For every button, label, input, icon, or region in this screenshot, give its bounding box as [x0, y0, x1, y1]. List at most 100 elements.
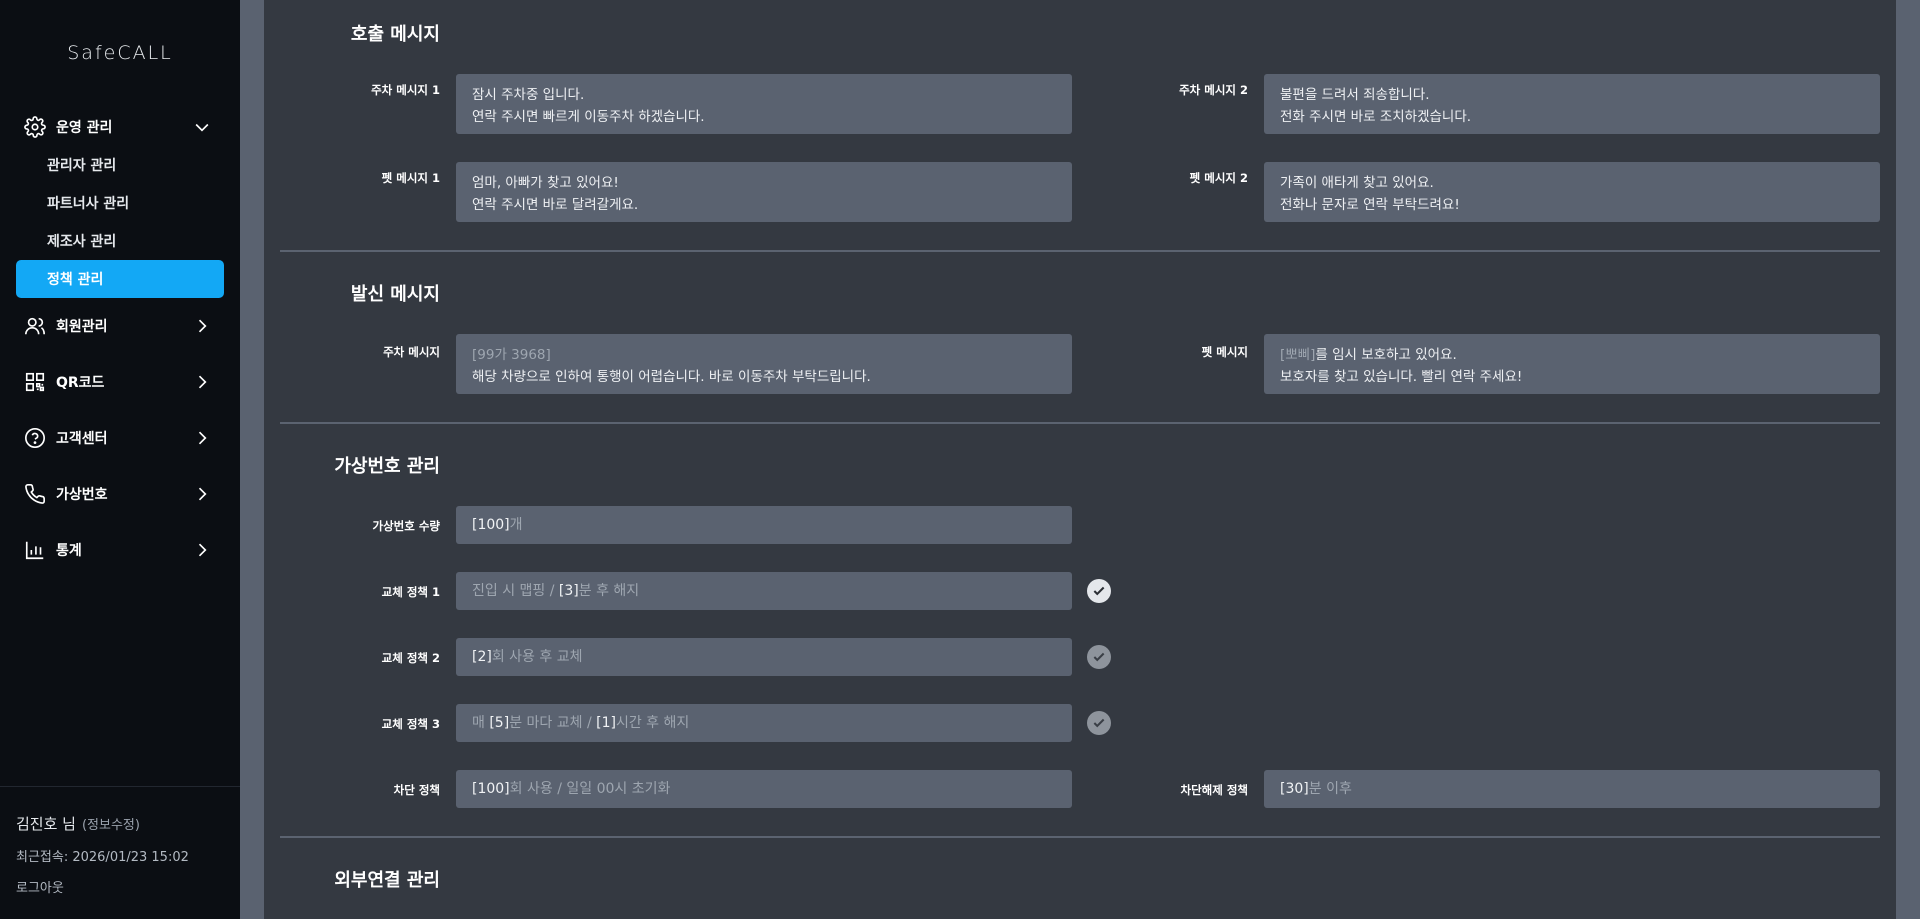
label-send-parking-message: 주차 메시지 [383, 345, 440, 359]
text-line: 잠시 주차중 입니다. [472, 87, 585, 103]
last-login: 최근접속: 2026/01/23 15:02 [16, 850, 189, 865]
check-icon [1093, 652, 1105, 662]
car-number-placeholder: [99가 3968] [472, 347, 551, 363]
sidebar-item-label: QR코드 [56, 375, 105, 391]
sidebar-item-operations[interactable]: 운영 관리 [0, 108, 240, 146]
replace-policy-3-check[interactable] [1087, 711, 1111, 735]
sidebar-item-label: 운영 관리 [56, 120, 113, 136]
label-pet-message-2: 펫 메시지 2 [1189, 171, 1248, 185]
edit-profile-link[interactable]: (정보수정) [82, 818, 140, 833]
input-value: [100] [472, 517, 510, 533]
input-value: [3] [558, 583, 579, 599]
sidebar-subitem-admin[interactable]: 관리자 관리 [0, 146, 240, 184]
divider [280, 836, 1880, 838]
label-replace-policy-2: 교체 정책 2 [381, 651, 440, 665]
sidebar-item-members[interactable]: 회원관리 [0, 298, 240, 354]
label-send-pet-message: 펫 메시지 [1201, 345, 1248, 359]
chevron-right-icon [198, 319, 207, 333]
input-suffix: 분 이후 [1308, 781, 1352, 797]
bar-chart-icon [24, 539, 46, 561]
pet-name-placeholder: [뽀삐] [1280, 347, 1316, 363]
input-value: [2] [472, 649, 492, 665]
parking-message-1-field[interactable]: 잠시 주차중 입니다. 연락 주시면 빠르게 이동주차 하겠습니다. [456, 74, 1072, 134]
sidebar-item-support[interactable]: 고객센터 [0, 410, 240, 466]
text-line: 엄마, 아빠가 찾고 있어요! [472, 175, 619, 191]
sidebar-item-label: 회원관리 [56, 319, 108, 335]
parking-message-2-field[interactable]: 불편을 드려서 죄송합니다. 전화 주시면 바로 조치하겠습니다. [1264, 74, 1880, 134]
check-icon [1093, 586, 1105, 596]
label-replace-policy-3: 교체 정책 3 [381, 717, 440, 731]
text-line: 불편을 드려서 죄송합니다. [1280, 87, 1430, 103]
sidebar-subitem-policy[interactable]: 정책 관리 [16, 260, 224, 298]
input-prefix: 진입 시 맵핑 / [472, 583, 559, 599]
sidebar: SafeCALL 운영 관리 관리자 관리 파트너사 관리 제조사 관리 정책 … [0, 0, 240, 919]
user-name: 김진호 님 [16, 815, 76, 833]
text-line: 보호자를 찾고 있습니다. 빨리 연락 주세요! [1280, 369, 1523, 385]
pet-message-1-field[interactable]: 엄마, 아빠가 찾고 있어요! 연락 주시면 바로 달려갈게요. [456, 162, 1072, 222]
replace-policy-2-input[interactable]: [2]회 사용 후 교체 [456, 638, 1072, 676]
send-parking-message-field[interactable]: [99가 3968] 해당 차량으로 인하여 통행이 어렵습니다. 바로 이동주… [456, 334, 1072, 394]
input-text: 분 마다 교체 / [509, 715, 597, 731]
users-icon [24, 315, 46, 337]
sidebar-item-label: 가상번호 [56, 487, 108, 503]
unblock-policy-input[interactable]: [30]분 이후 [1264, 770, 1880, 808]
chevron-right-icon [198, 487, 207, 501]
input-suffix: 회 사용 후 교체 [491, 649, 583, 665]
sidebar-subitem-partner[interactable]: 파트너사 관리 [0, 184, 240, 222]
section-title-call-messages: 호출 메시지 [350, 24, 440, 45]
user-name-row: 김진호 님 (정보수정) [16, 813, 224, 834]
label-unblock-policy: 차단해제 정책 [1180, 783, 1248, 797]
divider [280, 422, 1880, 424]
user-panel: 김진호 님 (정보수정) 최근접속: 2026/01/23 15:02 로그아웃 [0, 786, 240, 896]
input-value: [30] [1280, 781, 1309, 797]
input-value: [5] [489, 715, 510, 731]
label-virtual-number-count: 가상번호 수량 [372, 519, 440, 533]
sidebar-item-qr[interactable]: QR코드 [0, 354, 240, 410]
text-line: [뽀삐]를 임시 보호하고 있어요. [1280, 344, 1864, 366]
replace-policy-1-check[interactable] [1087, 579, 1111, 603]
text-line: 연락 주시면 바로 달려갈게요. [472, 197, 639, 213]
text-line: 전화나 문자로 연락 부탁드려요! [1280, 197, 1460, 213]
input-suffix: 개 [509, 517, 523, 533]
help-circle-icon [24, 427, 46, 449]
sidebar-nav: 운영 관리 관리자 관리 파트너사 관리 제조사 관리 정책 관리 회원관리 Q… [0, 108, 240, 578]
chevron-right-icon [198, 431, 207, 445]
check-icon [1093, 718, 1105, 728]
virtual-number-count-input[interactable]: [100]개 [456, 506, 1072, 544]
qr-code-icon [24, 371, 46, 393]
sidebar-item-stats[interactable]: 통계 [0, 522, 240, 578]
section-title-virtual-numbers: 가상번호 관리 [334, 456, 440, 477]
text-fragment: 를 임시 보호하고 있어요. [1315, 347, 1457, 363]
divider [280, 250, 1880, 252]
send-pet-message-field[interactable]: [뽀삐]를 임시 보호하고 있어요. 보호자를 찾고 있습니다. 빨리 연락 주… [1264, 334, 1880, 394]
text-line: 가족이 애타게 찾고 있어요. [1280, 175, 1434, 191]
logout-link[interactable]: 로그아웃 [16, 877, 224, 896]
input-suffix: 회 사용 / 일일 00시 초기화 [509, 781, 671, 797]
input-value: [100] [472, 781, 510, 797]
replace-policy-1-input[interactable]: 진입 시 맵핑 / [3]분 후 해지 [456, 572, 1072, 610]
input-value: [1] [596, 715, 616, 731]
text-line: 전화 주시면 바로 조치하겠습니다. [1280, 109, 1472, 125]
app-logo[interactable]: SafeCALL [0, 42, 240, 64]
input-suffix: 분 후 해지 [578, 583, 640, 599]
label-parking-message-1: 주차 메시지 1 [371, 83, 440, 97]
replace-policy-2-check[interactable] [1087, 645, 1111, 669]
text-line: 해당 차량으로 인하여 통행이 어렵습니다. 바로 이동주차 부탁드립니다. [472, 369, 871, 385]
section-title-send-messages: 발신 메시지 [350, 284, 440, 305]
replace-policy-3-input[interactable]: 매 [5]분 마다 교체 / [1]시간 후 해지 [456, 704, 1072, 742]
chevron-right-icon [198, 375, 207, 389]
label-pet-message-1: 펫 메시지 1 [381, 171, 440, 185]
sidebar-item-virtual-number[interactable]: 가상번호 [0, 466, 240, 522]
label-parking-message-2: 주차 메시지 2 [1179, 83, 1248, 97]
text-line: 연락 주시면 빠르게 이동주차 하겠습니다. [472, 109, 705, 125]
phone-icon [24, 483, 46, 505]
sidebar-submenu: 관리자 관리 파트너사 관리 제조사 관리 정책 관리 [0, 146, 240, 298]
gear-icon [24, 116, 46, 138]
main-content: 호출 메시지 주차 메시지 1 잠시 주차중 입니다. 연락 주시면 빠르게 이… [264, 0, 1896, 919]
block-policy-input[interactable]: [100]회 사용 / 일일 00시 초기화 [456, 770, 1072, 808]
sidebar-item-label: 고객센터 [56, 431, 108, 447]
chevron-right-icon [198, 543, 207, 557]
label-replace-policy-1: 교체 정책 1 [381, 585, 440, 599]
sidebar-subitem-manufacturer[interactable]: 제조사 관리 [0, 222, 240, 260]
pet-message-2-field[interactable]: 가족이 애타게 찾고 있어요. 전화나 문자로 연락 부탁드려요! [1264, 162, 1880, 222]
